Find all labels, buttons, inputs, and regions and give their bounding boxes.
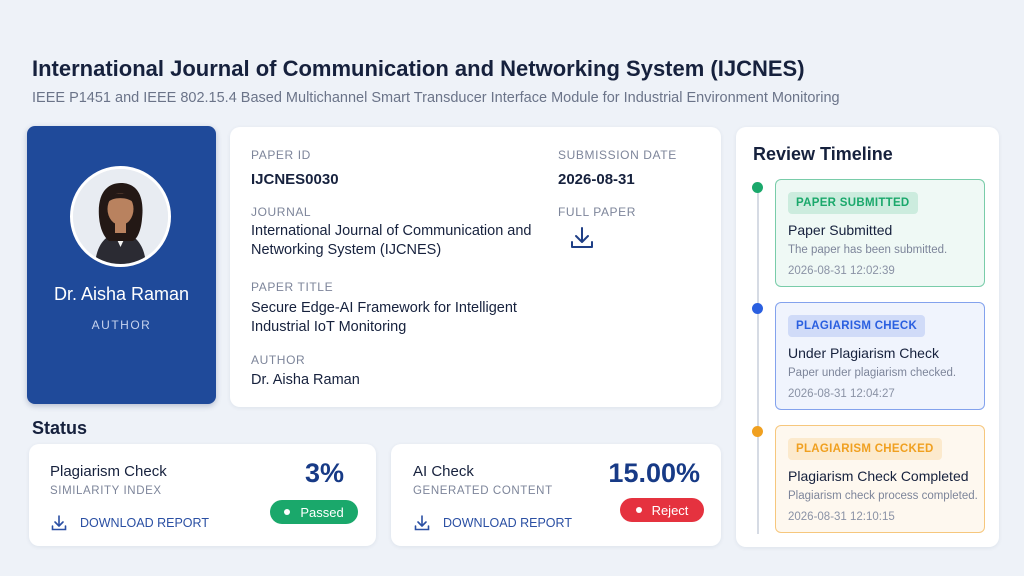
author-label: AUTHOR: [251, 353, 306, 367]
author-avatar: [70, 166, 171, 267]
paper-title-label: PAPER TITLE: [251, 280, 334, 294]
timeline-event-time: 2026-08-31 12:04:27: [788, 388, 895, 400]
journal-label: JOURNAL: [251, 205, 312, 219]
author-value: Dr. Aisha Raman: [251, 372, 360, 388]
review-timeline-title: Review Timeline: [753, 144, 893, 164]
generated-content-label: GENERATED CONTENT: [413, 485, 553, 497]
author-name: Dr. Aisha Raman: [53, 284, 190, 304]
reject-badge-label: Reject: [651, 502, 689, 518]
timeline-event-heading: Plagiarism Check Completed: [788, 468, 969, 484]
full-paper-label: FULL PAPER: [558, 205, 637, 219]
timeline-event-description: Paper under plagiarism checked.: [788, 367, 957, 379]
status-heading: Status: [32, 418, 88, 438]
timeline-event-time: 2026-08-31 12:02:39: [788, 265, 895, 277]
download-icon[interactable]: [568, 224, 596, 252]
page-title: International Journal of Communication a…: [32, 56, 805, 81]
timeline-event-plagiarism-check: PLAGIARISM CHECK Under Plagiarism Check …: [775, 302, 985, 410]
timeline-event-description: Plagiarism check process completed.: [788, 490, 978, 502]
similarity-index-label: SIMILARITY INDEX: [50, 485, 162, 497]
author-role: AUTHOR: [91, 318, 152, 332]
timeline-event-time: 2026-08-31 12:10:15: [788, 511, 895, 523]
timeline-dot-plagiarism-check: [752, 303, 763, 314]
submission-date-label: SUBMISSION DATE: [558, 148, 677, 162]
plagiarism-check-title: Plagiarism Check: [50, 463, 167, 480]
badge-dot-icon: [635, 507, 642, 513]
download-report-icon[interactable]: [413, 514, 431, 532]
author-photo-icon: [73, 169, 168, 264]
ai-generated-value: 15.00%: [608, 458, 700, 488]
paper-title-line2: Industrial IoT Monitoring: [251, 319, 407, 335]
timeline-event-submitted: PAPER SUBMITTED Paper Submitted The pape…: [775, 179, 985, 287]
badge-dot-icon: [284, 509, 291, 515]
submission-date: 2026-08-31: [558, 171, 635, 188]
journal-name-line2: Networking System (IJCNES): [251, 242, 442, 258]
timeline-badge: PLAGIARISM CHECK: [788, 315, 926, 337]
ai-download-report-link[interactable]: DOWNLOAD REPORT: [443, 516, 572, 530]
timeline-dot-submitted: [752, 182, 763, 193]
similarity-value: 3%: [304, 458, 344, 488]
paper-id-label: PAPER ID: [251, 148, 311, 162]
ai-check-title: AI Check: [413, 463, 474, 480]
paper-title-line1: Secure Edge-AI Framework for Intelligent: [251, 300, 517, 316]
timeline-event-heading: Paper Submitted: [788, 222, 893, 238]
timeline-dot-plagiarism-checked: [752, 426, 763, 437]
timeline-line: [757, 188, 759, 534]
passed-badge: Passed: [270, 500, 358, 524]
timeline-event-plagiarism-checked: PLAGIARISM CHECKED Plagiarism Check Comp…: [775, 425, 985, 533]
reject-badge: Reject: [620, 498, 704, 522]
plagiarism-download-report-link[interactable]: DOWNLOAD REPORT: [80, 516, 209, 530]
page-subtitle: IEEE P1451 and IEEE 802.15.4 Based Multi…: [32, 90, 840, 106]
paper-id: IJCNES0030: [251, 171, 339, 188]
download-report-icon[interactable]: [50, 514, 68, 532]
journal-name-line1: International Journal of Communication a…: [251, 223, 532, 239]
passed-badge-label: Passed: [300, 504, 344, 520]
timeline-event-heading: Under Plagiarism Check: [788, 345, 939, 361]
timeline-badge: PAPER SUBMITTED: [788, 192, 918, 214]
timeline-badge: PLAGIARISM CHECKED: [788, 438, 942, 460]
timeline-event-description: The paper has been submitted.: [788, 244, 948, 256]
